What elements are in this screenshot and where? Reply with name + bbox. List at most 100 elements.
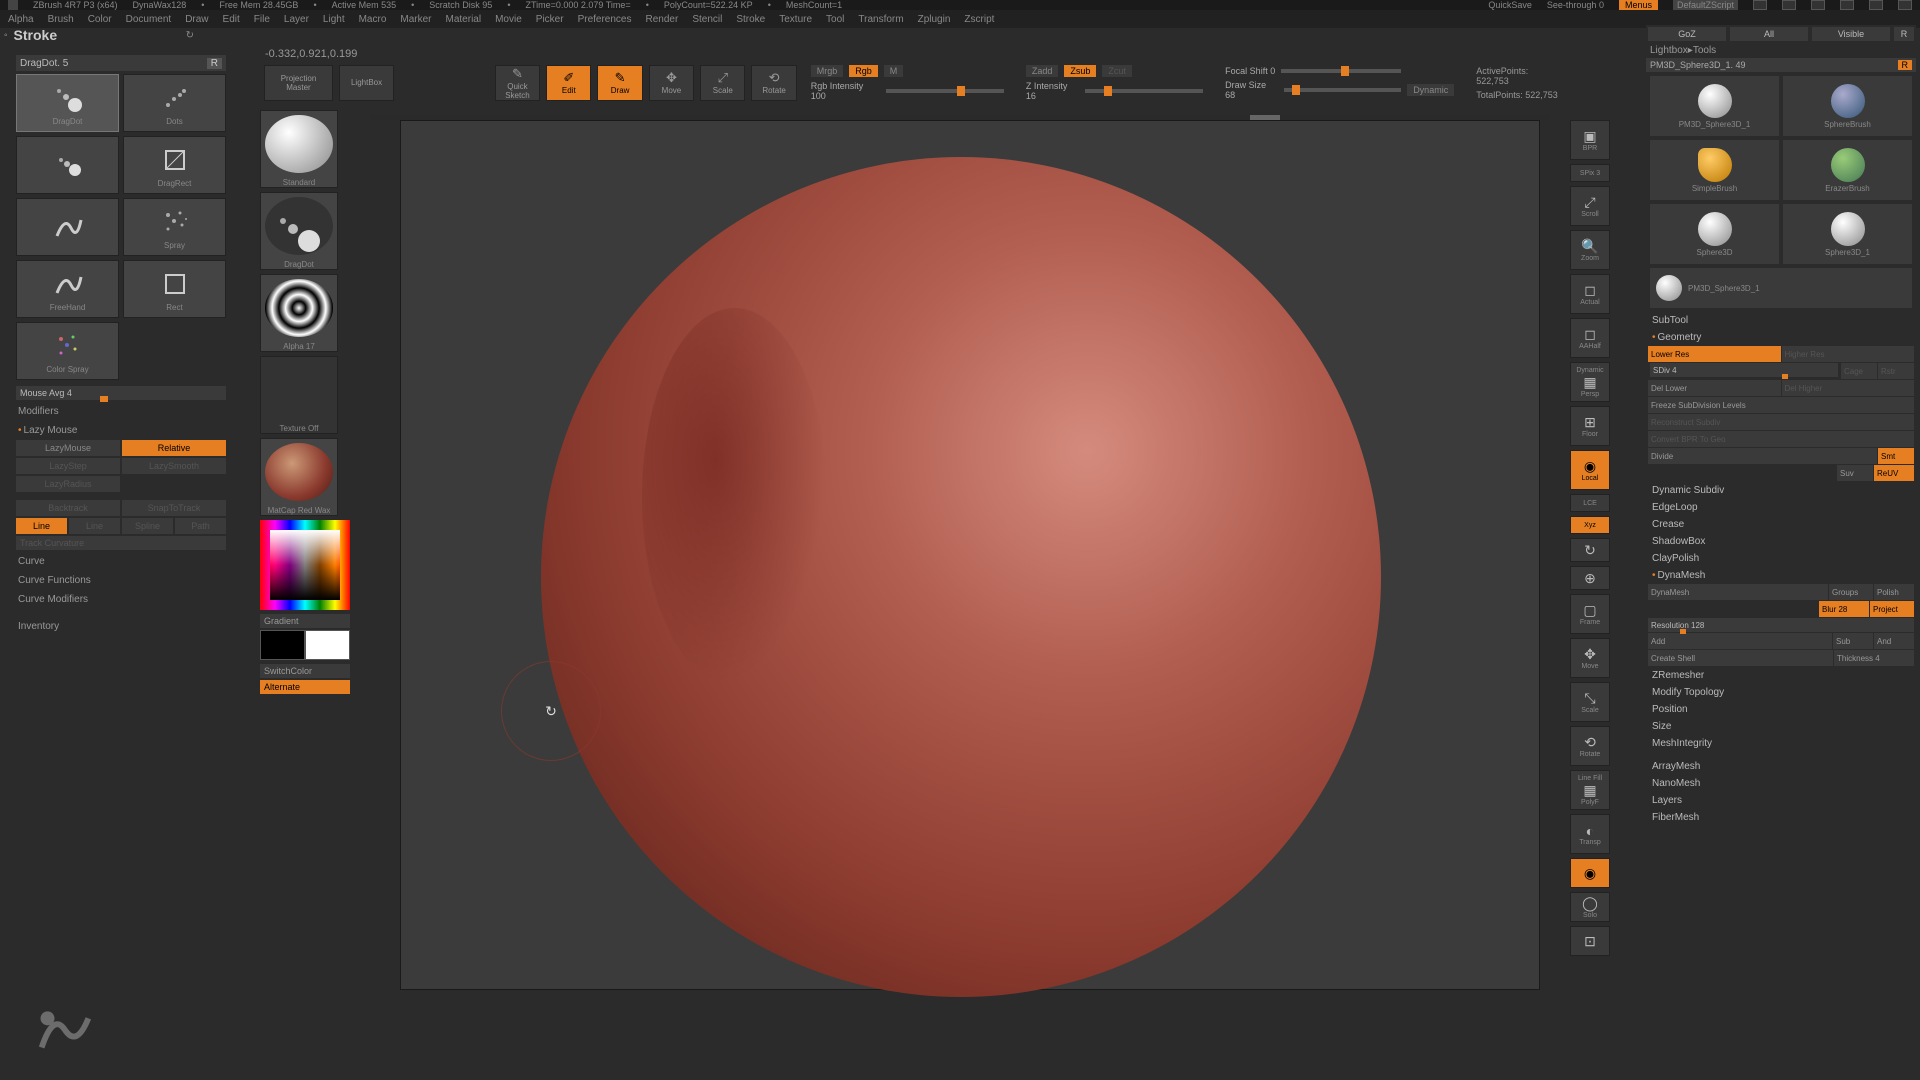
track-line[interactable]: Line: [16, 518, 67, 534]
solo-button[interactable]: ◯Solo: [1570, 892, 1610, 922]
center-small[interactable]: ⊕: [1570, 566, 1610, 590]
project-button[interactable]: Project: [1870, 601, 1914, 617]
stroke-thumbnail[interactable]: DragDot: [260, 192, 338, 270]
crease-section[interactable]: Crease: [1646, 516, 1916, 533]
del-higher-button[interactable]: Del Higher: [1782, 380, 1915, 396]
fibermesh-section[interactable]: FiberMesh: [1646, 809, 1916, 826]
lazyradius-slider[interactable]: LazyRadius: [16, 476, 120, 492]
rot-small[interactable]: ↻: [1570, 538, 1610, 562]
actual-button[interactable]: ◻Actual: [1570, 274, 1610, 314]
bpr-button[interactable]: ▣BPR: [1570, 120, 1610, 160]
dynamic-toggle[interactable]: Dynamic: [1407, 84, 1454, 96]
frame-button[interactable]: ▢Frame: [1570, 594, 1610, 634]
tool-r-button[interactable]: R: [1898, 60, 1913, 70]
persp-button[interactable]: Dynamic▦Persp: [1570, 362, 1610, 402]
menu-movie[interactable]: Movie: [495, 14, 522, 25]
menu-zplugin[interactable]: Zplugin: [918, 14, 951, 25]
lazy-mouse-section[interactable]: Lazy Mouse: [16, 421, 226, 440]
menu-preferences[interactable]: Preferences: [578, 14, 632, 25]
backtrack-btn[interactable]: Backtrack: [16, 500, 120, 516]
goz-visible-button[interactable]: Visible: [1812, 27, 1890, 41]
gradient-button[interactable]: Gradient: [260, 614, 350, 628]
alpha-thumbnail[interactable]: Alpha 17: [260, 274, 338, 352]
nav-move-button[interactable]: ✥Move: [1570, 638, 1610, 678]
snaptotrack-btn[interactable]: SnapToTrack: [122, 500, 226, 516]
tool-thumb-4[interactable]: Sphere3D: [1650, 204, 1779, 264]
zsub-toggle[interactable]: Zsub: [1064, 65, 1096, 77]
tool-breadcrumb[interactable]: Lightbox▸Tools: [1646, 43, 1916, 58]
reconstruct-subdiv-button[interactable]: Reconstruct Subdiv: [1648, 414, 1914, 430]
track-path[interactable]: Path: [175, 518, 226, 534]
stroke-spray[interactable]: Spray: [123, 198, 226, 256]
higher-res-button[interactable]: Higher Res: [1782, 346, 1915, 362]
curve-modifiers-section[interactable]: Curve Modifiers: [16, 590, 226, 609]
menu-marker[interactable]: Marker: [400, 14, 431, 25]
brush-thumbnail[interactable]: Standard: [260, 110, 338, 188]
size-section[interactable]: Size: [1646, 718, 1916, 735]
menu-render[interactable]: Render: [646, 14, 679, 25]
refresh-icon[interactable]: ↻: [186, 30, 194, 41]
menu-transform[interactable]: Transform: [858, 14, 903, 25]
dynamic-subdiv-section[interactable]: Dynamic Subdiv: [1646, 482, 1916, 499]
goz-r-button[interactable]: R: [1894, 27, 1914, 41]
reuv-button[interactable]: ReUV: [1874, 465, 1914, 481]
alternate-button[interactable]: Alternate: [260, 680, 350, 694]
menu-file[interactable]: File: [254, 14, 270, 25]
xyz-button[interactable]: Xyz: [1570, 516, 1610, 534]
geometry-section[interactable]: Geometry: [1646, 329, 1916, 346]
draw-size-slider[interactable]: [1284, 88, 1402, 92]
lightbox-button[interactable]: LightBox: [339, 65, 394, 101]
sculpt-mesh[interactable]: [541, 157, 1381, 997]
rgb-toggle[interactable]: Rgb: [849, 65, 878, 77]
menu-texture[interactable]: Texture: [779, 14, 812, 25]
freeze-subdiv-button[interactable]: Freeze SubDivision Levels: [1648, 397, 1914, 413]
del-lower-button[interactable]: Del Lower: [1648, 380, 1781, 396]
blur-slider[interactable]: Blur 28: [1819, 601, 1869, 617]
stroke-colorspray[interactable]: Color Spray: [16, 322, 119, 380]
menu-brush[interactable]: Brush: [48, 14, 74, 25]
local-button[interactable]: ◉Local: [1570, 450, 1610, 490]
sdiv-slider[interactable]: SDiv 4: [1650, 363, 1838, 377]
track-line2[interactable]: Line: [69, 518, 120, 534]
pin-icon[interactable]: ◦: [4, 30, 8, 41]
layers-section[interactable]: Layers: [1646, 792, 1916, 809]
groups-button[interactable]: Groups: [1829, 584, 1873, 600]
nav-scale-button[interactable]: ⤡Scale: [1570, 682, 1610, 722]
thickness-slider[interactable]: Thickness 4: [1834, 650, 1914, 666]
track-spline[interactable]: Spline: [122, 518, 173, 534]
move-button[interactable]: ✥Move: [649, 65, 694, 101]
stroke-ddrect[interactable]: [16, 136, 119, 194]
zoom-button[interactable]: 🔍Zoom: [1570, 230, 1610, 270]
texture-thumbnail[interactable]: Texture Off: [260, 356, 338, 434]
nanomesh-section[interactable]: NanoMesh: [1646, 775, 1916, 792]
mrgb-toggle[interactable]: Mrgb: [811, 65, 844, 77]
win-btn-1[interactable]: [1753, 0, 1767, 10]
xpose-button[interactable]: ⊡: [1570, 926, 1610, 956]
stroke-freehand-curve[interactable]: [16, 198, 119, 256]
track-curvature-slider[interactable]: Track Curvature: [16, 536, 226, 550]
menu-layer[interactable]: Layer: [284, 14, 309, 25]
rgb-intensity-slider[interactable]: [886, 89, 1004, 93]
create-shell-button[interactable]: Create Shell: [1648, 650, 1833, 666]
menu-color[interactable]: Color: [88, 14, 112, 25]
polyf-button[interactable]: Line Fill▦PolyF: [1570, 770, 1610, 810]
rotate-button[interactable]: ⟲Rotate: [751, 65, 796, 101]
menu-edit[interactable]: Edit: [223, 14, 240, 25]
cage-button[interactable]: Cage: [1841, 363, 1877, 379]
subtool-section[interactable]: SubTool: [1646, 312, 1916, 329]
spix-slider[interactable]: SPix 3: [1570, 164, 1610, 182]
stroke-dragdot[interactable]: DragDot: [16, 74, 119, 132]
stroke-dragrect[interactable]: DragRect: [123, 136, 226, 194]
draw-button[interactable]: ✎Draw: [597, 65, 642, 101]
quicksketch-button[interactable]: ✎QuickSketch: [495, 65, 540, 101]
modifiers-section[interactable]: Modifiers: [16, 402, 226, 421]
tool-thumb-6[interactable]: PM3D_Sphere3D_1: [1650, 268, 1912, 308]
convert-bpr-button[interactable]: Convert BPR To Geo: [1648, 431, 1914, 447]
nav-rotate-button[interactable]: ⟲Rotate: [1570, 726, 1610, 766]
min-button[interactable]: [1840, 0, 1854, 10]
add-button[interactable]: Add: [1648, 633, 1832, 649]
menu-tool[interactable]: Tool: [826, 14, 844, 25]
lower-res-button[interactable]: Lower Res: [1648, 346, 1781, 362]
stroke-dots[interactable]: Dots: [123, 74, 226, 132]
menu-zscript[interactable]: Zscript: [964, 14, 994, 25]
